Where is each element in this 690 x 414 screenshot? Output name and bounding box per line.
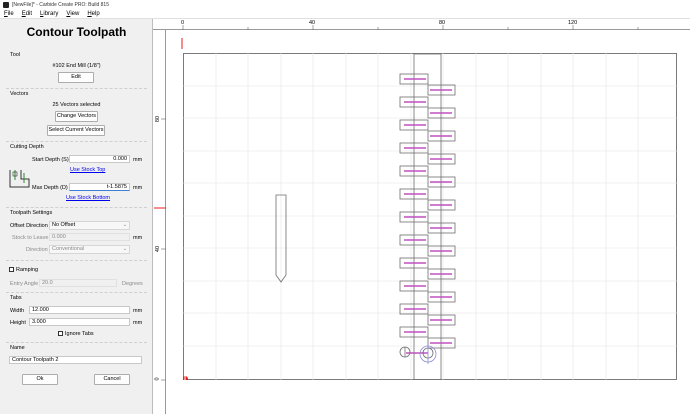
start-depth-label: Start Depth (S) <box>32 157 69 163</box>
menu-help[interactable]: Help <box>87 11 99 17</box>
ramping-label: Ramping <box>16 267 39 273</box>
offset-direction-value: No Offset <box>52 222 76 228</box>
divider <box>6 141 147 142</box>
offset-direction-label: Offset Direction <box>10 223 48 229</box>
ok-button[interactable]: Ok <box>22 374 58 385</box>
cancel-button[interactable]: Cancel <box>94 374 130 385</box>
stock-to-leave-label: Stock to Leave <box>12 235 49 241</box>
tool-name: #102 End Mill (1/8") <box>52 63 101 69</box>
tool-heading: Tool <box>10 52 21 58</box>
direction-select[interactable]: Conventional ⌄ <box>49 245 130 254</box>
divider <box>6 292 147 293</box>
divider <box>6 88 147 89</box>
title-bar: [NewFile]* - Carbide Create PRO: Build 8… <box>0 0 690 9</box>
app-icon <box>3 1 9 8</box>
divider <box>6 342 147 343</box>
menu-view[interactable]: View <box>66 11 79 17</box>
direction-label: Direction <box>26 247 48 253</box>
menu-edit[interactable]: Edit <box>22 11 32 17</box>
chevron-down-icon: ⌄ <box>122 222 127 228</box>
divider <box>6 260 147 261</box>
tab-width-input[interactable]: 12.000 <box>29 306 130 314</box>
depth-diagram-icon <box>9 170 30 188</box>
max-depth-unit: mm <box>133 185 143 191</box>
offset-direction-select[interactable]: No Offset ⌄ <box>49 221 130 230</box>
tab-height-label: Height <box>10 320 26 326</box>
max-depth-label: Max Depth (D) <box>32 185 68 191</box>
menu-bar: File Edit Library View Help <box>0 9 690 19</box>
stock-to-leave-unit: mm <box>133 235 143 241</box>
toolpath-settings-heading: Toolpath Settings <box>10 210 53 216</box>
start-depth-unit: mm <box>133 157 143 163</box>
divider <box>6 207 147 208</box>
tab-width-label: Width <box>10 308 25 314</box>
cutting-depth-heading: Cutting Depth <box>10 144 44 150</box>
name-heading: Name <box>10 345 25 351</box>
vectors-selected-text: 25 Vectors selected <box>52 102 101 108</box>
select-current-vectors-button[interactable]: Select Current Vectors <box>47 125 105 136</box>
menu-file[interactable]: File <box>4 11 14 17</box>
design-drawing <box>183 53 677 380</box>
vectors-heading: Vectors <box>10 91 29 97</box>
max-depth-input[interactable]: t-1.5875 <box>69 183 130 191</box>
ignore-tabs-checkbox[interactable] <box>58 331 63 336</box>
window-title: [NewFile]* - Carbide Create PRO: Build 8… <box>12 1 109 8</box>
panel-title: Contour Toolpath <box>26 25 127 39</box>
use-stock-bottom-link[interactable]: Use Stock Bottom <box>66 195 110 201</box>
direction-value: Conventional <box>52 246 85 252</box>
contour-toolpath-panel: Contour Toolpath Tool #102 End Mill (1/8… <box>0 19 153 414</box>
tabs-heading: Tabs <box>10 295 22 301</box>
edit-tool-button[interactable]: Edit <box>58 72 94 83</box>
start-depth-input[interactable]: 0.000 <box>69 155 130 163</box>
stock-to-leave-input[interactable]: 0.000 <box>49 233 130 241</box>
comb-teeth <box>399 73 456 349</box>
tab-height-input[interactable]: 3.000 <box>29 318 130 326</box>
change-vectors-button[interactable]: Change Vectors <box>55 111 98 122</box>
chevron-down-icon: ⌄ <box>122 246 127 252</box>
entry-angle-label: Entry Angle <box>10 281 39 287</box>
toolpath-name-input[interactable]: Contour Toolpath 2 <box>9 356 142 364</box>
ignore-tabs-label: Ignore Tabs <box>65 331 94 337</box>
use-stock-top-link[interactable]: Use Stock Top <box>70 167 105 173</box>
entry-angle-unit: Degrees <box>122 281 143 287</box>
tab-height-unit: mm <box>133 320 143 326</box>
grid-lines <box>183 53 677 380</box>
ramping-checkbox[interactable] <box>9 267 14 272</box>
entry-angle-input[interactable]: 20.0 <box>39 279 117 287</box>
tab-width-unit: mm <box>133 308 143 314</box>
menu-library[interactable]: Library <box>40 11 58 17</box>
